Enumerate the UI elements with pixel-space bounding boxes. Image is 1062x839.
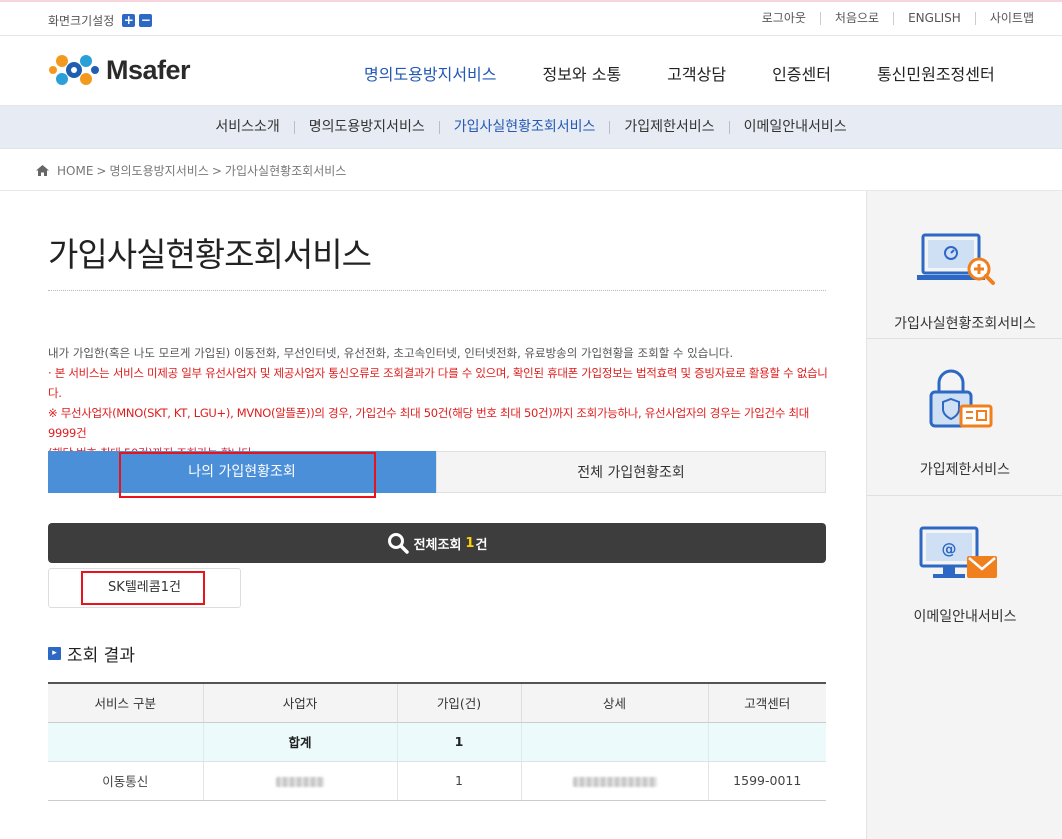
col-header-provider: 사업자 bbox=[202, 682, 397, 723]
zoom-out-button[interactable]: − bbox=[139, 14, 153, 27]
side-item-label: 이메일안내서비스 bbox=[913, 609, 1017, 625]
home-link[interactable]: 처음으로 bbox=[819, 12, 893, 25]
breadcrumb-item[interactable]: 가입사실현황조회서비스 bbox=[225, 162, 346, 179]
title-divider bbox=[48, 290, 826, 291]
table-cell: 1599-0011 bbox=[707, 761, 826, 801]
computer-zoom-icon bbox=[917, 233, 995, 285]
highlight-box bbox=[81, 571, 205, 605]
tab-all-subscription[interactable]: 전체 가입현황조회 bbox=[436, 451, 826, 493]
table-cell: 1 bbox=[396, 722, 521, 762]
table-cell: 합계 bbox=[202, 722, 397, 762]
zoom-in-button[interactable]: + bbox=[122, 14, 136, 27]
screen-size-setting: 화면크기설정 + − bbox=[48, 12, 153, 29]
table-cell bbox=[707, 722, 826, 762]
subnav-item-subscription-lookup[interactable]: 가입사실현황조회서비스 bbox=[438, 120, 610, 134]
logo-icon bbox=[49, 55, 99, 85]
gnb-item-info[interactable]: 정보와 소통 bbox=[542, 61, 621, 85]
desc-notice: · 본 서비스는 서비스 미제공 일부 유선사업자 및 제공사업자 통신오류로 … bbox=[48, 366, 828, 400]
sub-nav: 서비스소개 명의도용방지서비스 가입사실현황조회서비스 가입제한서비스 이메일안… bbox=[0, 106, 1062, 149]
screen-size-label: 화면크기설정 bbox=[48, 14, 115, 28]
table-cell bbox=[520, 761, 708, 801]
redacted-provider bbox=[276, 776, 324, 787]
subnav-item-theft-prevention[interactable]: 명의도용방지서비스 bbox=[293, 120, 439, 134]
result-title-text: 조회 결과 bbox=[67, 646, 135, 666]
side-item-subscription-limit[interactable]: 가입제한서비스 bbox=[867, 348, 1062, 496]
breadcrumb: HOME > 명의도용방지서비스 > 가입사실현황조회서비스 bbox=[36, 162, 346, 179]
gnb-item-support[interactable]: 고객상담 bbox=[667, 61, 726, 85]
col-header-detail: 상세 bbox=[520, 682, 708, 723]
breadcrumb-item[interactable]: 명의도용방지서비스 bbox=[109, 162, 208, 179]
service-description: 내가 가입한(혹은 나도 모르게 가입된) 이동전화, 무선인터넷, 유선전화,… bbox=[48, 343, 838, 463]
breadcrumb-separator: > bbox=[211, 163, 222, 178]
gnb-item-identity-theft[interactable]: 명의도용방지서비스 bbox=[364, 61, 496, 85]
result-section-title: ▸ 조회 결과 bbox=[48, 641, 135, 666]
side-item-label: 가입사실현황조회서비스 bbox=[894, 316, 1036, 332]
subnav-item-subscription-limit[interactable]: 가입제한서비스 bbox=[609, 120, 728, 134]
gnb-item-mediation[interactable]: 통신민원조정센터 bbox=[877, 61, 995, 85]
total-lookup-unit: 건 bbox=[475, 537, 488, 553]
desc-text: 내가 가입한(혹은 나도 모르게 가입된) 이동전화, 무선인터넷, 유선전화,… bbox=[48, 346, 734, 360]
table-cell: 이동통신 bbox=[48, 761, 203, 801]
total-lookup-count: 1 bbox=[465, 535, 475, 551]
result-table: 서비스 구분 사업자 가입(건) 상세 고객센터 합계 1 이동통신 1 159… bbox=[48, 682, 826, 801]
total-lookup-label: 전체조회 bbox=[413, 537, 462, 553]
table-row: 이동통신 1 1599-0011 bbox=[48, 761, 826, 801]
utility-links: 로그아웃 처음으로 ENGLISH 사이트맵 bbox=[748, 12, 1048, 25]
logo[interactable]: Msafer bbox=[48, 50, 191, 90]
global-nav: 명의도용방지서비스 정보와 소통 고객상담 인증센터 통신민원조정센터 bbox=[364, 61, 995, 85]
side-item-email-notice[interactable]: @ 이메일안내서비스 bbox=[867, 496, 1062, 644]
subnav-item-email-notice[interactable]: 이메일안내서비스 bbox=[728, 120, 861, 134]
breadcrumb-separator: > bbox=[96, 163, 107, 178]
side-quick-menu: 가입사실현황조회서비스 가입제한서비스 @ 이메일안내서비스 bbox=[866, 191, 1062, 839]
table-cell bbox=[48, 722, 203, 762]
english-link[interactable]: ENGLISH bbox=[893, 12, 975, 25]
desc-notice: ※ 무선사업자(MNO(SKT, KT, LGU+), MVNO(알뜰폰))의 … bbox=[48, 406, 810, 440]
search-icon bbox=[387, 533, 409, 554]
section-arrow-icon: ▸ bbox=[48, 647, 61, 660]
logout-link[interactable]: 로그아웃 bbox=[748, 12, 820, 25]
page-title: 가입사실현황조회서비스 bbox=[48, 235, 372, 274]
logo-text: Msafer bbox=[106, 54, 191, 85]
gnb-item-cert[interactable]: 인증센터 bbox=[772, 61, 831, 85]
header: Msafer 명의도용방지서비스 정보와 소통 고객상담 인증센터 통신민원조정… bbox=[0, 36, 1062, 106]
side-item-label: 가입제한서비스 bbox=[919, 462, 1011, 478]
sitemap-link[interactable]: 사이트맵 bbox=[974, 12, 1048, 25]
computer-mail-icon: @ bbox=[919, 526, 997, 578]
redacted-detail bbox=[572, 776, 657, 787]
table-cell bbox=[520, 722, 708, 762]
table-cell: 1 bbox=[396, 761, 521, 801]
breadcrumb-home[interactable]: HOME bbox=[57, 164, 93, 178]
total-lookup-bar[interactable]: 전체조회 1 건 bbox=[48, 523, 826, 563]
lock-card-icon bbox=[929, 369, 993, 428]
svg-text:@: @ bbox=[942, 540, 957, 558]
subnav-item-intro[interactable]: 서비스소개 bbox=[201, 120, 293, 134]
home-icon bbox=[36, 165, 49, 176]
table-cell bbox=[202, 761, 397, 801]
utility-bar: 화면크기설정 + − 로그아웃 처음으로 ENGLISH 사이트맵 bbox=[0, 0, 1062, 36]
col-header-customer-center: 고객센터 bbox=[707, 682, 826, 723]
col-header-count: 가입(건) bbox=[396, 682, 521, 723]
col-header-service-type: 서비스 구분 bbox=[48, 682, 203, 723]
highlight-box bbox=[119, 452, 376, 498]
side-item-subscription-lookup[interactable]: 가입사실현황조회서비스 bbox=[867, 191, 1062, 339]
table-header-row: 서비스 구분 사업자 가입(건) 상세 고객센터 bbox=[48, 682, 826, 723]
table-sum-row: 합계 1 bbox=[48, 722, 826, 762]
